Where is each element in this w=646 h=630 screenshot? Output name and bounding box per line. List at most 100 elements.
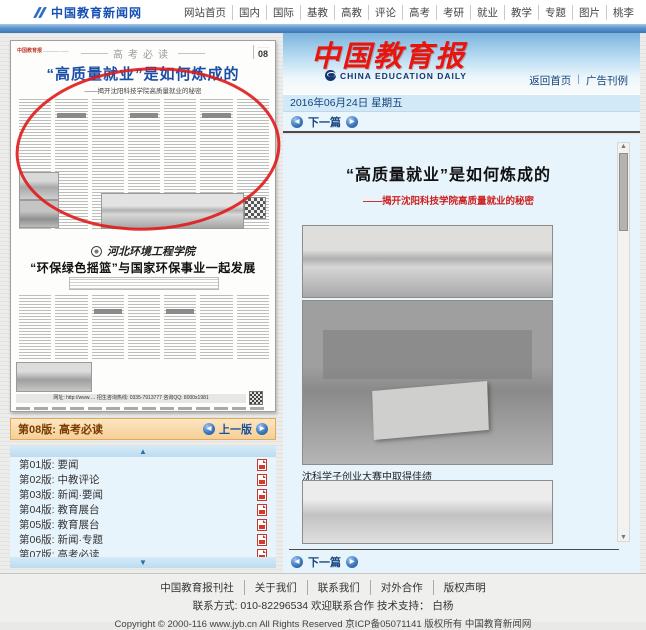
nav-gaokao[interactable]: 高考 bbox=[402, 5, 436, 20]
edition-item-02[interactable]: 第02版: 中教评论 bbox=[10, 472, 276, 487]
college-seal-icon bbox=[91, 246, 102, 257]
article-subtitle: ——揭开沈阳科技学院高质量就业的秘密 bbox=[283, 193, 614, 207]
newspaper-text-column bbox=[19, 295, 51, 359]
footer-link-copyright-statement[interactable]: 版权声明 bbox=[433, 580, 496, 595]
edition-item-label: 第06版: 新闻·专题 bbox=[19, 532, 103, 547]
site-logo[interactable]: 中国教育新闻网 bbox=[34, 4, 142, 21]
top-navigation: 网站首页 国内 国际 基教 高教 评论 高考 考研 就业 教学 专题 图片 桃李 bbox=[178, 5, 640, 20]
newspaper-article2-org: 河北环境工程学院 bbox=[11, 243, 275, 259]
newspaper-qr-code-2 bbox=[249, 391, 263, 405]
newspaper-photo-article2 bbox=[16, 362, 92, 392]
newspaper-subheadline: ——揭开沈阳科技学院高质量就业的秘密 bbox=[11, 85, 275, 95]
paper-header-links: 返回首页 | 广告刊例 bbox=[529, 73, 628, 88]
newspaper-text-column bbox=[200, 295, 232, 359]
footer-link-cooperation[interactable]: 对外合作 bbox=[370, 580, 433, 595]
newspaper-page-thumbnail[interactable]: 中国教育报 ———— —— 高考必读 —·—·—08 “高质量就业”是如何炼成的… bbox=[10, 40, 276, 412]
newspaper-text-column bbox=[92, 295, 124, 359]
footer-links: 中国教育报刊社 关于我们 联系我们 对外合作 版权声明 bbox=[0, 580, 646, 595]
prev-circle-icon[interactable]: ◀ bbox=[291, 116, 303, 128]
article-image-students-banner bbox=[302, 300, 553, 465]
newspaper-text-column bbox=[55, 295, 87, 359]
nav-basic-edu[interactable]: 基教 bbox=[300, 5, 334, 20]
article-bottom-divider bbox=[289, 549, 619, 550]
footer-link-about[interactable]: 关于我们 bbox=[244, 580, 307, 595]
pdf-icon[interactable] bbox=[257, 519, 267, 531]
nav-domestic[interactable]: 国内 bbox=[232, 5, 266, 20]
newspaper-article2-intro bbox=[69, 277, 219, 290]
nav-international[interactable]: 国际 bbox=[266, 5, 300, 20]
content-area: 中国教育报 ———— —— 高考必读 —·—·—08 “高质量就业”是如何炼成的… bbox=[0, 33, 646, 573]
nav-home[interactable]: 网站首页 bbox=[178, 5, 232, 20]
newspaper-page-number: —·—·—08 bbox=[253, 45, 269, 59]
newspaper-photo-campus-2 bbox=[19, 200, 59, 228]
pdf-icon[interactable] bbox=[257, 534, 267, 546]
nav-kaoyan[interactable]: 考研 bbox=[436, 5, 470, 20]
scroll-down-arrow[interactable]: ▼ bbox=[10, 557, 276, 568]
prev-circle-icon[interactable]: ◀ bbox=[203, 423, 215, 435]
newspaper-masthead-small: 中国教育报 ———— —— bbox=[17, 47, 69, 54]
pdf-icon[interactable] bbox=[257, 474, 267, 486]
site-topbar: 中国教育新闻网 网站首页 国内 国际 基教 高教 评论 高考 考研 就业 教学 … bbox=[0, 0, 646, 24]
prev-circle-icon[interactable]: ◀ bbox=[291, 556, 303, 568]
previous-edition-label: 上一版 bbox=[219, 421, 252, 437]
article-scrollbar[interactable]: ▲ ▼ bbox=[617, 142, 630, 542]
scrollbar-up-arrow[interactable]: ▲ bbox=[618, 143, 629, 150]
next-circle-icon[interactable]: ▶ bbox=[256, 423, 268, 435]
footer-link-contact[interactable]: 联系我们 bbox=[307, 580, 370, 595]
scrollbar-down-arrow[interactable]: ▼ bbox=[618, 534, 629, 541]
footer-contact-line: 联系方式: 010-82296534 欢迎联系合作 技术支持： 白杨 bbox=[0, 598, 646, 613]
link-separator: | bbox=[577, 73, 580, 88]
reader-column: 中国教育报 CHINA EDUCATION DAILY 返回首页 | 广告刊例 … bbox=[283, 33, 640, 573]
newspaper-qr-code bbox=[244, 197, 266, 219]
site-logo-text: 中国教育新闻网 bbox=[51, 4, 142, 21]
next-circle-icon[interactable]: ▶ bbox=[346, 556, 358, 568]
ad-rates-link[interactable]: 广告刊例 bbox=[586, 73, 628, 88]
edition-item-05[interactable]: 第05版: 教育展台 bbox=[10, 517, 276, 532]
edition-item-06[interactable]: 第06版: 新闻·专题 bbox=[10, 532, 276, 547]
back-to-home-link[interactable]: 返回首页 bbox=[529, 73, 571, 88]
next-article-link-bottom[interactable]: 下一篇 bbox=[308, 554, 341, 570]
paper-masthead-logo: 中国教育报 bbox=[311, 33, 466, 75]
edition-item-04[interactable]: 第04版: 教育展台 bbox=[10, 502, 276, 517]
article-image-lab-class bbox=[302, 480, 553, 544]
edition-item-01[interactable]: 第01版: 要闻 bbox=[10, 457, 276, 472]
newspaper-article2-headline: “环保绿色摇篮”与国家环保事业一起发展 bbox=[11, 259, 275, 276]
newspaper-contact-line: 网址: http://www.… 招生咨询热线: 0335-7913777 咨询… bbox=[16, 394, 246, 403]
edition-item-label: 第04版: 教育展台 bbox=[19, 502, 100, 517]
newspaper-text-column bbox=[55, 99, 87, 229]
site-logo-icon bbox=[34, 6, 47, 19]
current-edition-label: 第08版: 高考必读 bbox=[18, 421, 103, 437]
newspaper-photo-campus-1 bbox=[19, 172, 59, 200]
edition-item-label: 第01版: 要闻 bbox=[19, 457, 79, 472]
scroll-up-arrow[interactable]: ▲ bbox=[10, 446, 276, 457]
article-image-campus-panorama bbox=[302, 225, 553, 298]
next-circle-icon[interactable]: ▶ bbox=[346, 116, 358, 128]
edition-item-label: 第03版: 新闻·要闻 bbox=[19, 487, 103, 502]
previous-edition-button[interactable]: ◀ 上一版 ▶ bbox=[203, 421, 268, 437]
next-article-row-bottom: ◀ 下一篇 ▶ bbox=[283, 552, 623, 572]
paper-masthead-en: CHINA EDUCATION DAILY bbox=[325, 70, 467, 81]
nav-commentary[interactable]: 评论 bbox=[368, 5, 402, 20]
next-article-row-top: ◀ 下一篇 ▶ bbox=[283, 112, 640, 133]
newspaper-text-columns-2 bbox=[19, 295, 269, 359]
article-title: “高质量就业”是如何炼成的 bbox=[283, 161, 614, 185]
footer-link-press[interactable]: 中国教育报刊社 bbox=[150, 580, 244, 595]
nav-teaching[interactable]: 教学 bbox=[504, 5, 538, 20]
next-article-link-top[interactable]: 下一篇 bbox=[308, 114, 341, 130]
pdf-icon[interactable] bbox=[257, 459, 267, 471]
nav-taoli[interactable]: 桃李 bbox=[606, 5, 640, 20]
nav-pictures[interactable]: 图片 bbox=[572, 5, 606, 20]
blue-divider-bar bbox=[0, 24, 646, 33]
pdf-icon[interactable] bbox=[257, 504, 267, 516]
nav-employment[interactable]: 就业 bbox=[470, 5, 504, 20]
scrollbar-thumb[interactable] bbox=[619, 153, 628, 231]
paper-header: 中国教育报 CHINA EDUCATION DAILY 返回首页 | 广告刊例 bbox=[283, 33, 640, 95]
current-edition-bar: 第08版: 高考必读 ◀ 上一版 ▶ bbox=[10, 418, 276, 440]
edition-item-03[interactable]: 第03版: 新闻·要闻 bbox=[10, 487, 276, 502]
article-panel: “高质量就业”是如何炼成的 ——揭开沈阳科技学院高质量就业的秘密 沈科学子创业大… bbox=[283, 135, 640, 573]
nav-topics[interactable]: 专题 bbox=[538, 5, 572, 20]
edition-list-panel: ▲ 第01版: 要闻 第02版: 中教评论 第03版: 新闻·要闻 第04版: … bbox=[10, 446, 276, 568]
pdf-icon[interactable] bbox=[257, 489, 267, 501]
nav-higher-edu[interactable]: 高教 bbox=[334, 5, 368, 20]
newspaper-text-column bbox=[128, 295, 160, 359]
